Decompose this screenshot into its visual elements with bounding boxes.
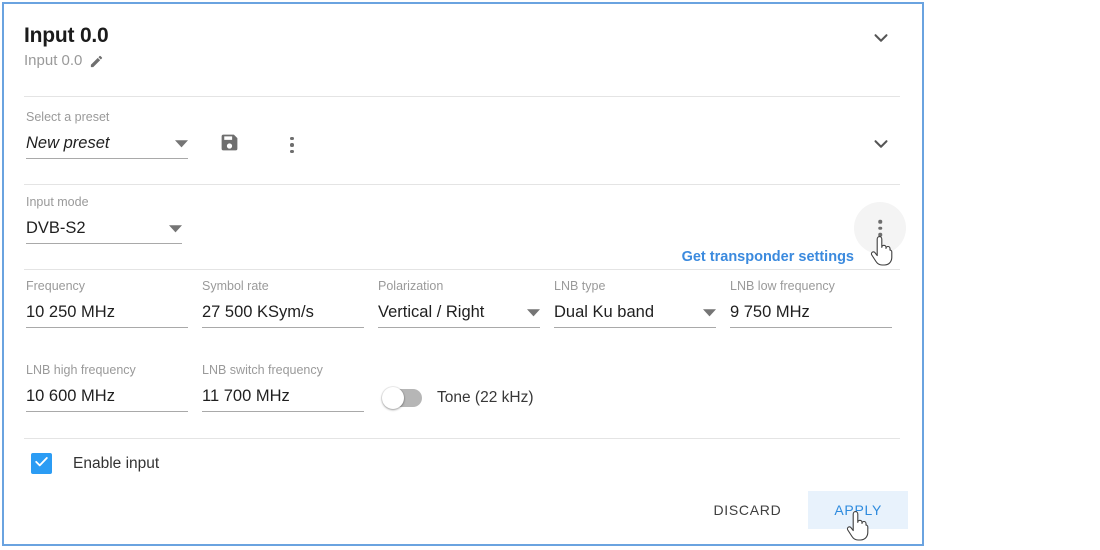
action-buttons: DISCARD APPLY (692, 491, 908, 529)
preset-label: Select a preset (26, 110, 110, 124)
page-title: Input 0.0 (24, 24, 109, 47)
panel-subtitle-row: Input 0.0 (24, 52, 104, 69)
enable-input-label: Enable input (73, 454, 160, 472)
lnb-low-frequency-field[interactable]: LNB low frequency 9 750 MHz (730, 279, 892, 328)
divider-preset (24, 184, 900, 185)
symbol-rate-label: Symbol rate (202, 279, 269, 293)
lnb-type-label: LNB type (554, 279, 606, 293)
input-mode-value: DVB-S2 (26, 219, 86, 237)
transponder-more-menu-button[interactable] (854, 202, 906, 254)
collapse-header-chevron-down-icon[interactable] (870, 27, 892, 49)
frequency-label: Frequency (26, 279, 86, 293)
save-preset-button[interactable] (216, 132, 242, 158)
discard-button[interactable]: DISCARD (692, 491, 802, 529)
divider-header (24, 96, 900, 97)
enable-input-checkbox[interactable] (31, 453, 52, 474)
symbol-rate-value: 27 500 KSym/s (202, 303, 314, 321)
input-mode-label: Input mode (26, 195, 89, 209)
caret-down-icon[interactable] (169, 222, 182, 235)
tone-toggle-row: Tone (22 kHz) (382, 387, 533, 409)
lnb-low-frequency-value: 9 750 MHz (730, 303, 810, 321)
tone-label: Tone (22 kHz) (437, 389, 534, 406)
panel-subtitle: Input 0.0 (24, 52, 83, 69)
lnb-high-frequency-field[interactable]: LNB high frequency 10 600 MHz (26, 363, 188, 412)
divider-transponder (24, 269, 900, 270)
lnb-type-value: Dual Ku band (554, 303, 654, 321)
enable-input-row: Enable input (31, 453, 159, 474)
lnb-low-frequency-label: LNB low frequency (730, 279, 835, 293)
input-mode-select[interactable]: Input mode DVB-S2 (26, 195, 182, 244)
preset-value: New preset (26, 134, 110, 152)
lnb-switch-frequency-value: 11 700 MHz (202, 387, 290, 405)
symbol-rate-field[interactable]: Symbol rate 27 500 KSym/s (202, 279, 364, 328)
pencil-icon[interactable] (89, 54, 104, 69)
caret-down-icon[interactable] (175, 137, 188, 150)
lnb-switch-frequency-label: LNB switch frequency (202, 363, 323, 377)
kebab-menu-icon (878, 219, 882, 237)
preset-more-menu-button[interactable] (280, 132, 304, 158)
lnb-high-frequency-label: LNB high frequency (26, 363, 136, 377)
screen-root: Input 0.0 Input 0.0 Select a preset New … (0, 0, 1100, 550)
apply-button[interactable]: APPLY (808, 491, 908, 529)
get-transponder-settings-link[interactable]: Get transponder settings (682, 249, 854, 265)
panel-header: Input 0.0 Input 0.0 (4, 4, 922, 90)
frequency-value: 10 250 MHz (26, 303, 115, 321)
kebab-menu-icon (290, 136, 294, 154)
checkmark-icon (33, 453, 50, 475)
collapse-preset-chevron-down-icon[interactable] (870, 133, 892, 155)
input-settings-panel: Input 0.0 Input 0.0 Select a preset New … (2, 2, 924, 546)
frequency-field[interactable]: Frequency 10 250 MHz (26, 279, 188, 328)
caret-down-icon[interactable] (703, 306, 716, 319)
preset-select[interactable]: Select a preset New preset (26, 110, 188, 159)
lnb-type-select[interactable]: LNB type Dual Ku band (554, 279, 716, 328)
polarization-value: Vertical / Right (378, 303, 485, 321)
floppy-save-icon (219, 132, 240, 158)
toggle-knob (382, 387, 404, 409)
tone-toggle-switch[interactable] (382, 387, 424, 409)
polarization-label: Polarization (378, 279, 444, 293)
divider-footer (24, 438, 900, 439)
caret-down-icon[interactable] (527, 306, 540, 319)
lnb-high-frequency-value: 10 600 MHz (26, 387, 115, 405)
polarization-select[interactable]: Polarization Vertical / Right (378, 279, 540, 328)
lnb-switch-frequency-field[interactable]: LNB switch frequency 11 700 MHz (202, 363, 364, 412)
